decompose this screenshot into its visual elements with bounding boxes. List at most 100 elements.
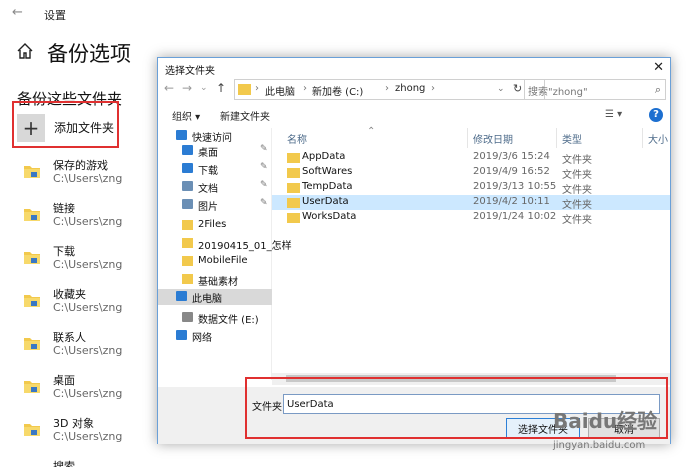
nav-item[interactable]: 图片 ✎ (158, 197, 272, 213)
watermark-subtext: jingyan.baidu.com (553, 440, 646, 451)
search-folder-icon (22, 462, 42, 467)
backup-folder-item[interactable]: 3D 对象 C:\Users\zng (22, 413, 162, 447)
backup-folder-item[interactable]: 桌面 C:\Users\zng (22, 370, 162, 404)
pin-icon[interactable]: ✎ (260, 144, 268, 154)
favorites-icon (24, 295, 40, 307)
breadcrumb-zhong[interactable]: zhong (395, 83, 425, 94)
search-icon[interactable]: ⌕ (655, 83, 661, 97)
address-dropdown-icon[interactable]: ⌄ (497, 84, 505, 94)
backup-folder-path: C:\Users\zng (53, 430, 123, 443)
backup-folder-name: 桌面 (53, 374, 75, 387)
nav-item[interactable]: 下载 ✎ (158, 161, 272, 177)
downloads-icon (24, 252, 40, 264)
nav-item-label: 数据文件 (E:) (198, 315, 259, 326)
column-divider[interactable] (556, 128, 557, 148)
links-icon (24, 209, 40, 221)
nav-item[interactable]: 桌面 ✎ (158, 143, 272, 159)
folder-icon (182, 256, 193, 266)
folder-icon (182, 220, 193, 230)
file-row[interactable]: SoftWares 2019/4/9 16:52 文件夹 (272, 165, 670, 181)
refresh-icon[interactable]: ↻ (513, 82, 522, 95)
backup-folder-item[interactable]: 搜索 (22, 456, 162, 467)
home-icon[interactable] (16, 42, 34, 60)
folder-icon (182, 238, 193, 248)
download-icon (182, 163, 193, 173)
backup-folder-path: C:\Users\zng (53, 172, 123, 185)
column-type[interactable]: 类型 (562, 131, 582, 146)
organize-button[interactable]: 组织 ▾ (172, 108, 200, 123)
nav-item-label: 下载 (198, 166, 218, 177)
nav-item[interactable]: MobileFile (158, 254, 272, 270)
file-date: 2019/3/13 10:55 (473, 181, 557, 192)
folder-icon (287, 183, 300, 193)
folder-icon (238, 84, 251, 95)
folder-icon (287, 153, 300, 163)
back-icon[interactable]: ← (164, 81, 174, 95)
settings-window-title: 设置 (44, 9, 66, 22)
desktop-icon (182, 145, 193, 155)
close-icon[interactable]: ✕ (653, 60, 664, 75)
file-name: AppData (302, 151, 346, 162)
address-bar[interactable]: › 此电脑 › 新加卷 (C:) › zhong › ⌄ ↻ (234, 79, 545, 100)
column-size[interactable]: 大小 (648, 131, 668, 146)
pin-icon[interactable]: ✎ (260, 162, 268, 172)
column-name[interactable]: 名称 (287, 131, 307, 146)
file-name: TempData (302, 181, 353, 192)
pin-icon[interactable]: ✎ (260, 198, 268, 208)
nav-item[interactable]: 网络 (158, 328, 272, 344)
recent-dropdown-icon[interactable]: ⌄ (200, 83, 208, 93)
folder-icon (182, 274, 193, 284)
breadcrumb-this-pc[interactable]: 此电脑 (265, 83, 295, 98)
file-row[interactable]: AppData 2019/3/6 15:24 文件夹 (272, 150, 670, 166)
nav-item[interactable]: 2Files (158, 218, 272, 234)
backup-folder-path: C:\Users\zng (53, 215, 123, 228)
add-folder-label[interactable]: 添加文件夹 (54, 119, 114, 136)
nav-item-label: 基础素材 (198, 277, 238, 288)
backup-folder-item[interactable]: 收藏夹 C:\Users\zng (22, 284, 162, 318)
screen: ← 设置 备份选项 备份这些文件夹 + 添加文件夹 保存的游戏 C:\Users\… (0, 0, 700, 467)
pin-icon[interactable]: ✎ (260, 180, 268, 190)
search-placeholder: 搜索"zhong" (528, 87, 588, 98)
backup-folder-path: C:\Users\zng (53, 344, 123, 357)
backup-folder-item[interactable]: 联系人 C:\Users\zng (22, 327, 162, 361)
nav-item[interactable]: 基础素材 (158, 272, 272, 288)
view-options-icon[interactable]: ☰ ▾ (605, 109, 622, 120)
folder-icon (287, 168, 300, 178)
network-icon (176, 330, 187, 340)
nav-item[interactable]: 20190415_01_怎样 (158, 236, 292, 252)
backup-folder-name: 链接 (53, 202, 75, 215)
saved-games-icon (24, 166, 40, 178)
breadcrumb-separator: › (255, 83, 259, 94)
backup-folder-item[interactable]: 链接 C:\Users\zng (22, 198, 162, 232)
nav-item[interactable]: 快速访问 (158, 128, 272, 144)
backup-folder-item[interactable]: 保存的游戏 C:\Users\zng (22, 155, 162, 189)
nav-item[interactable]: 文档 ✎ (158, 179, 272, 195)
help-icon[interactable]: ? (649, 108, 663, 122)
column-divider[interactable] (467, 128, 468, 148)
nav-item-label: MobileFile (198, 255, 248, 266)
3d-objects-icon (24, 424, 40, 436)
new-folder-button[interactable]: 新建文件夹 (220, 108, 270, 123)
backup-folder-item[interactable]: 下载 C:\Users\zng (22, 241, 162, 275)
up-icon[interactable]: ↑ (216, 81, 226, 95)
column-date[interactable]: 修改日期 (473, 131, 513, 146)
file-type: 文件夹 (562, 200, 592, 211)
add-folder-button[interactable]: + (17, 114, 45, 142)
nav-item[interactable]: 此电脑 (158, 289, 272, 305)
file-row[interactable]: TempData 2019/3/13 10:55 文件夹 (272, 180, 670, 196)
search-box[interactable]: 搜索"zhong" ⌕ (524, 79, 666, 100)
backup-folder-name: 3D 对象 (53, 417, 94, 430)
toolbar: 组织 ▾ 新建文件夹 ☰ ▾ ? (158, 104, 670, 126)
backup-folder-name: 下载 (53, 245, 75, 258)
file-row[interactable]: UserData 2019/4/2 10:11 文件夹 (272, 195, 670, 211)
forward-icon[interactable]: → (182, 81, 192, 95)
file-type: 文件夹 (562, 155, 592, 166)
sort-up-icon: ⌃ (367, 126, 376, 137)
nav-item[interactable]: 数据文件 (E:) (158, 310, 272, 326)
breadcrumb-drive-c[interactable]: 新加卷 (C:) (312, 83, 363, 98)
page-title: 备份选项 (47, 42, 131, 66)
column-divider[interactable] (642, 128, 643, 148)
backup-folder-path: C:\Users\zng (53, 258, 123, 271)
file-row[interactable]: WorksData 2019/1/24 10:02 文件夹 (272, 210, 670, 226)
back-arrow-icon[interactable]: ← (12, 5, 23, 20)
